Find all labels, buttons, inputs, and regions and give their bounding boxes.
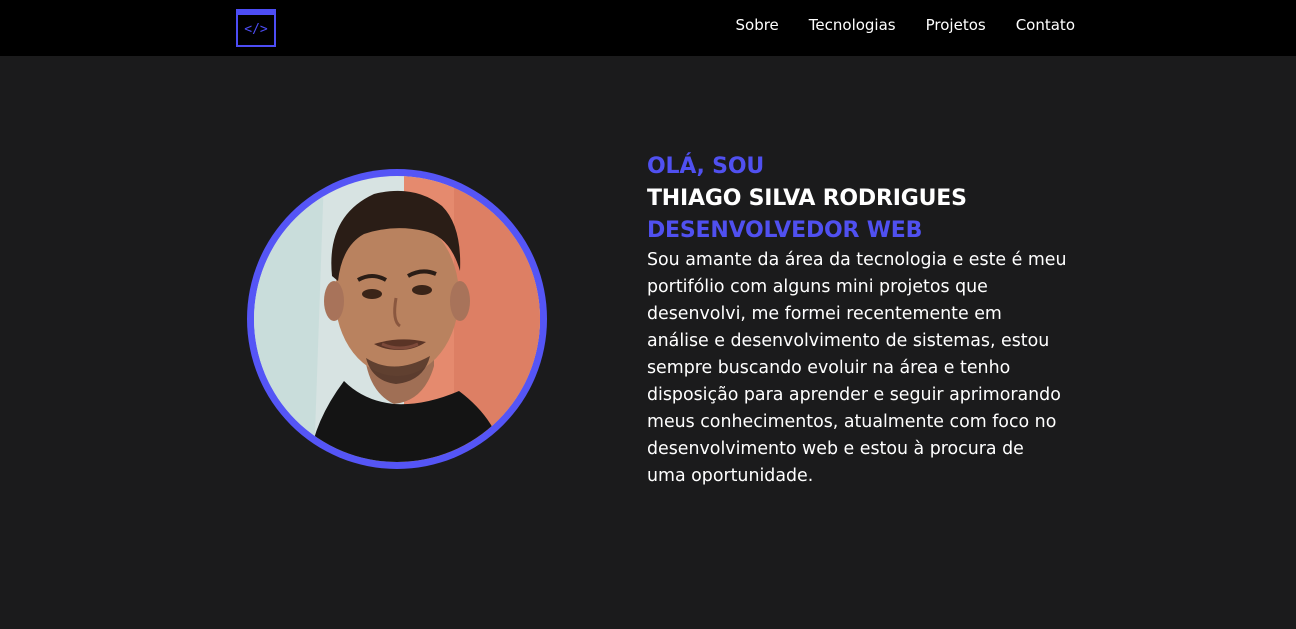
profile-photo — [254, 176, 540, 462]
job-title: DESENVOLVEDOR WEB — [647, 218, 923, 243]
intro-section: OLÁ, SOU THIAGO SILVA RODRIGUES DESENVOL… — [647, 151, 1067, 507]
greeting-text: OLÁ, SOU — [647, 154, 764, 179]
logo-code-icon[interactable]: </> — [236, 9, 276, 47]
nav-link-sobre[interactable]: Sobre — [736, 16, 779, 34]
top-navbar: </> Sobre Tecnologias Projetos Contato — [0, 0, 1296, 56]
code-brackets-icon: </> — [244, 22, 268, 37]
bio-paragraph: Sou amante da área da tecnologia e este … — [647, 250, 1067, 486]
nav-link-contato[interactable]: Contato — [1016, 16, 1075, 34]
nav-link-tecnologias[interactable]: Tecnologias — [809, 16, 896, 34]
person-name: THIAGO SILVA RODRIGUES — [647, 186, 967, 211]
main-nav: Sobre Tecnologias Projetos Contato — [736, 0, 1076, 50]
nav-link-projetos[interactable]: Projetos — [926, 16, 986, 34]
profile-photo-ring — [247, 169, 547, 469]
